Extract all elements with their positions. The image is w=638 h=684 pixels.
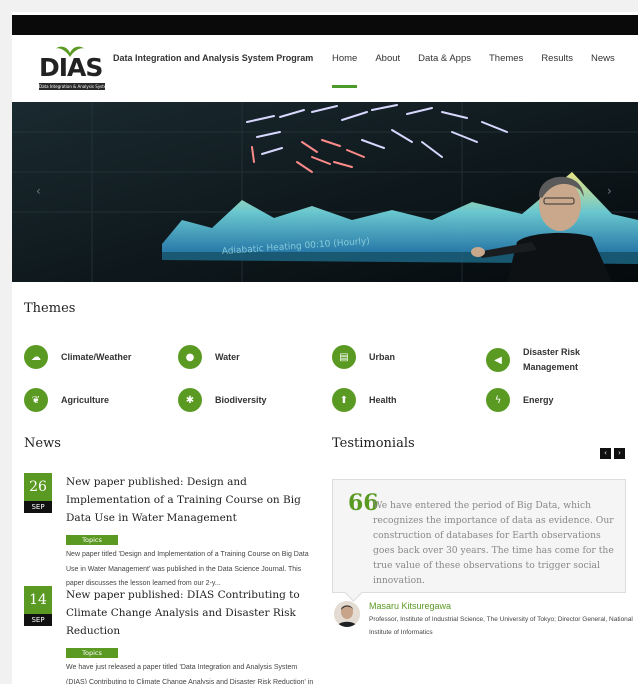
theme-agriculture[interactable]: ❦ Agriculture	[24, 388, 109, 412]
testimonial-next-button[interactable]: ›	[614, 448, 625, 459]
logo-wordmark: DIAS	[39, 53, 103, 82]
hero-image: Adiabatic Heating 00:10 (Hourly)	[12, 102, 638, 282]
bolt-icon: ϟ	[486, 388, 510, 412]
news-day: 14	[24, 586, 52, 614]
building-icon: ▤	[332, 345, 356, 369]
testimonial-prev-button[interactable]: ‹	[600, 448, 611, 459]
site-title[interactable]: Data Integration and Analysis System Pro…	[113, 53, 313, 63]
news-body: New paper published: DIAS Contributing t…	[66, 586, 319, 684]
dias-logo[interactable]: DIAS Data Integration & Analysis System	[39, 43, 105, 91]
news-tag[interactable]: Topics	[66, 648, 118, 658]
thermometer-icon: ⬆	[332, 388, 356, 412]
theme-label: Climate/Weather	[61, 351, 132, 362]
news-title-link[interactable]: New paper published: Design and Implemen…	[66, 473, 319, 527]
megaphone-icon: ◀	[486, 348, 510, 372]
testimonial-quote: We have entered the period of Big Data, …	[373, 500, 614, 586]
nav-themes[interactable]: Themes	[489, 53, 523, 64]
news-excerpt: We have just released a paper titled 'Da…	[66, 664, 314, 684]
theme-urban[interactable]: ▤ Urban	[332, 345, 395, 369]
theme-biodiversity[interactable]: ✱ Biodiversity	[178, 388, 267, 412]
testimonials-heading: Testimonials	[332, 436, 415, 451]
theme-disaster-risk-management[interactable]: ◀ Disaster Risk Management	[486, 345, 593, 375]
testimonial-quote-box: 66 We have entered the period of Big Dat…	[332, 479, 626, 593]
news-month: SEP	[24, 614, 52, 626]
theme-label: Biodiversity	[215, 394, 267, 405]
leaf-icon: ❦	[24, 388, 48, 412]
news-heading: News	[24, 436, 61, 451]
top-bar	[12, 15, 638, 35]
news-month: SEP	[24, 501, 52, 513]
news-date: 14 SEP	[24, 586, 52, 626]
avatar	[334, 601, 360, 627]
cloud-icon: ☁	[24, 345, 48, 369]
testimonial-author-name: Masaru Kitsuregawa	[369, 601, 452, 611]
page: DIAS Data Integration & Analysis System …	[12, 12, 638, 684]
theme-label: Agriculture	[61, 394, 110, 405]
nav-home[interactable]: Home	[332, 53, 358, 88]
theme-label: Water	[215, 351, 240, 362]
theme-label: Energy	[523, 394, 554, 405]
news-tag[interactable]: Topics	[66, 535, 118, 545]
theme-climate-weather[interactable]: ☁ Climate/Weather	[24, 345, 131, 369]
theme-energy[interactable]: ϟ Energy	[486, 388, 554, 412]
news-excerpt: New paper titled 'Design and Implementat…	[66, 551, 309, 587]
hero-slider[interactable]: Adiabatic Heating 00:10 (Hourly) ‹ ›	[12, 102, 638, 282]
site-header: DIAS Data Integration & Analysis System …	[12, 35, 638, 102]
news-day: 26	[24, 473, 52, 501]
hero-next-arrow-icon[interactable]: ›	[607, 184, 612, 198]
logo-subtitle: Data Integration & Analysis System	[39, 83, 105, 90]
news-title-link[interactable]: New paper published: DIAS Contributing t…	[66, 586, 319, 640]
hero-prev-arrow-icon[interactable]: ‹	[36, 184, 41, 198]
theme-health[interactable]: ⬆ Health	[332, 388, 397, 412]
droplet-icon: ●	[178, 345, 202, 369]
themes-heading: Themes	[24, 301, 76, 316]
nav-news[interactable]: News	[591, 53, 615, 64]
theme-label: Urban	[369, 351, 396, 362]
news-body: New paper published: Design and Implemen…	[66, 473, 319, 592]
theme-label: Disaster Risk Management	[523, 347, 581, 372]
testimonial-author-role: Professor, Institute of Industrial Scien…	[369, 616, 633, 636]
nav-about[interactable]: About	[375, 53, 400, 64]
nav-data-apps[interactable]: Data & Apps	[418, 53, 471, 64]
theme-water[interactable]: ● Water	[178, 345, 240, 369]
main-nav: Home About Data & Apps Themes Results Ne…	[332, 53, 615, 88]
bug-icon: ✱	[178, 388, 202, 412]
theme-label: Health	[369, 394, 397, 405]
nav-results[interactable]: Results	[541, 53, 573, 64]
news-date: 26 SEP	[24, 473, 52, 513]
